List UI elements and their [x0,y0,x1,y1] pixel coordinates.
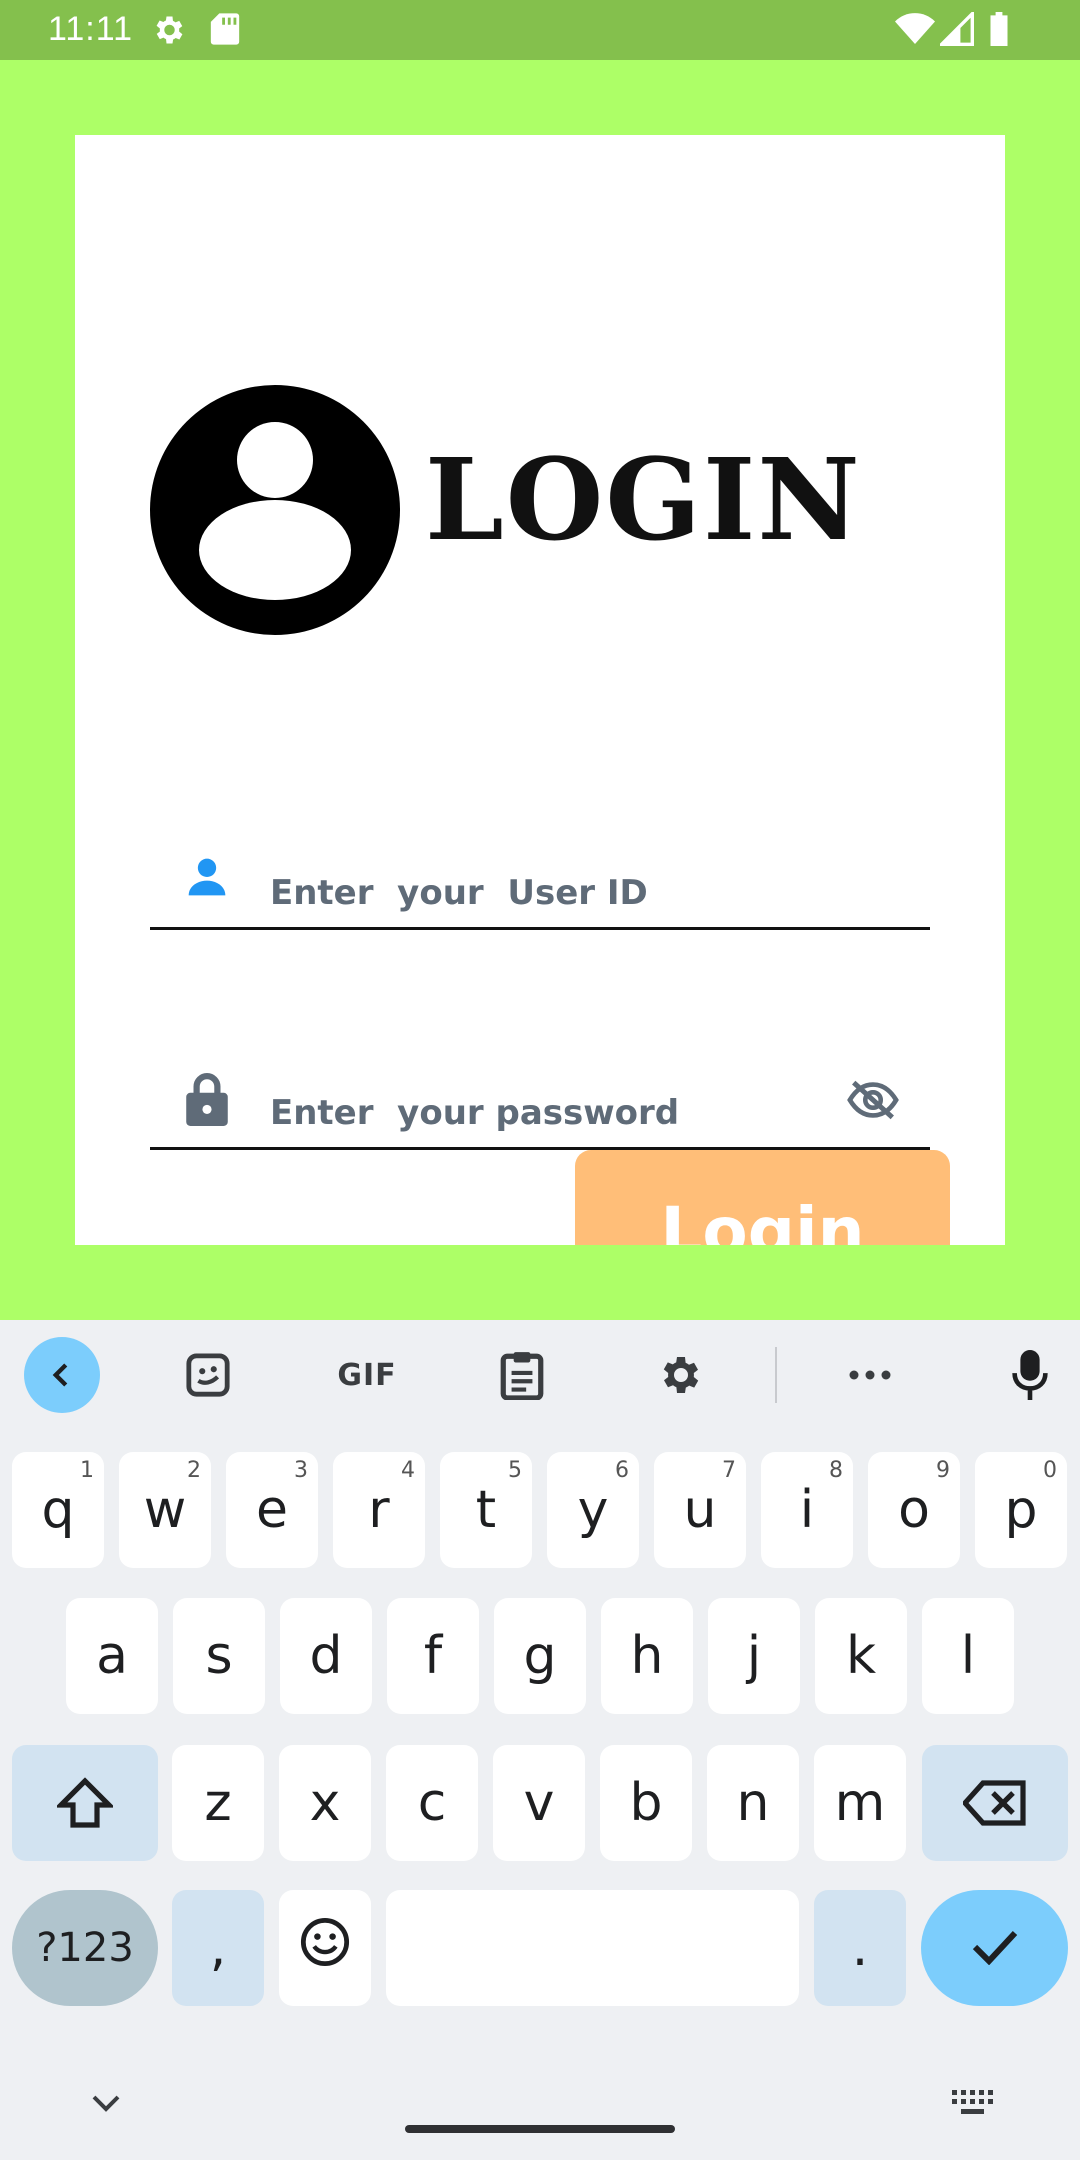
key-h[interactable]: h [601,1598,693,1714]
key-label: t [475,1480,497,1540]
key-hint: 6 [615,1458,629,1483]
navigation-handle[interactable] [405,2125,675,2133]
eye-off-icon[interactable] [846,1078,900,1127]
key-label: e [256,1480,288,1540]
signal-icon [937,9,974,51]
key-label: w [143,1480,187,1540]
key-hint: 8 [829,1458,843,1483]
clipboard-icon[interactable] [484,1337,560,1413]
account-circle-icon [150,385,400,635]
toolbar-divider [775,1347,777,1403]
page-title: LOGIN [425,435,862,566]
key-label: y [577,1480,609,1540]
key-k[interactable]: k [815,1598,907,1714]
key-o[interactable]: o9 [868,1452,960,1568]
key-hint: 3 [294,1458,308,1483]
soft-keyboard: GIF ?123 , . q 1 w 2 e 3 r 4 t 5 y 6 u 7… [0,1320,1080,2160]
password-field[interactable] [150,1050,930,1150]
keyboard-icon[interactable] [952,2090,994,2123]
key-hint: 4 [401,1458,415,1483]
chevron-left-icon[interactable] [24,1337,100,1413]
key-n[interactable]: n [707,1745,799,1861]
key-hint: 1 [80,1458,94,1483]
key-z[interactable]: z [172,1745,264,1861]
battery-icon [988,12,1010,51]
user-id-field[interactable] [150,830,930,930]
login-button[interactable]: Login [575,1150,950,1245]
key-l[interactable]: l [922,1598,1014,1714]
emoji-key[interactable] [279,1890,371,2006]
key-w[interactable]: w2 [119,1452,211,1568]
key-hint: 5 [508,1458,522,1483]
key-d[interactable]: d [280,1598,372,1714]
chevron-down-icon[interactable] [90,2093,122,2118]
key-u[interactable]: u7 [654,1452,746,1568]
key-j[interactable]: j [708,1598,800,1714]
key-label: p [1004,1480,1038,1540]
key-x[interactable]: x [279,1745,371,1861]
key-y[interactable]: y6 [547,1452,639,1568]
keyboard-toolbar: GIF [0,1320,1080,1430]
person-icon [185,855,229,904]
sticker-icon[interactable] [170,1337,246,1413]
wifi-icon [895,12,935,51]
key-p[interactable]: p0 [975,1452,1067,1568]
key-v[interactable]: v [493,1745,585,1861]
key-hint: 0 [1043,1458,1057,1483]
key-r[interactable]: r4 [333,1452,425,1568]
shift-key[interactable] [12,1745,158,1861]
key-e[interactable]: e3 [226,1452,318,1568]
key-hint: 9 [936,1458,950,1483]
user-id-input[interactable] [270,873,830,913]
checkmark-icon [971,1918,1019,1978]
key-label: u [683,1480,717,1540]
status-time: 11:11 [48,10,134,48]
sd-card-icon [210,12,240,51]
key-i[interactable]: i8 [761,1452,853,1568]
period-key[interactable]: . [814,1890,906,2006]
comma-key[interactable]: , [172,1890,264,2006]
space-key[interactable] [386,1890,799,2006]
key-hint: 7 [722,1458,736,1483]
gear-icon [150,12,186,53]
key-b[interactable]: b [600,1745,692,1861]
key-label: q [41,1480,75,1540]
login-card: LOGIN Login [75,135,1005,1245]
microphone-icon[interactable] [992,1337,1068,1413]
more-icon[interactable] [832,1337,908,1413]
status-bar: 11:11 [0,0,1080,60]
key-f[interactable]: f [387,1598,479,1714]
key-t[interactable]: t5 [440,1452,532,1568]
key-g[interactable]: g [494,1598,586,1714]
gif-icon[interactable]: GIF [327,1337,407,1413]
gear-icon[interactable] [641,1337,717,1413]
key-m[interactable]: m [814,1745,906,1861]
key-label: i [799,1480,815,1540]
key-hint: 2 [187,1458,201,1483]
password-input[interactable] [270,1093,830,1133]
lock-icon [185,1072,229,1131]
enter-key[interactable] [921,1890,1068,2006]
gif-label: GIF [337,1357,397,1393]
key-label: o [898,1480,930,1540]
key-label: r [368,1480,390,1540]
key-s[interactable]: s [173,1598,265,1714]
backspace-key[interactable] [922,1745,1068,1861]
emoji-icon [299,1916,351,1981]
key-c[interactable]: c [386,1745,478,1861]
key-a[interactable]: a [66,1598,158,1714]
symbols-key[interactable]: ?123 [12,1890,158,2006]
key-q[interactable]: q1 [12,1452,104,1568]
